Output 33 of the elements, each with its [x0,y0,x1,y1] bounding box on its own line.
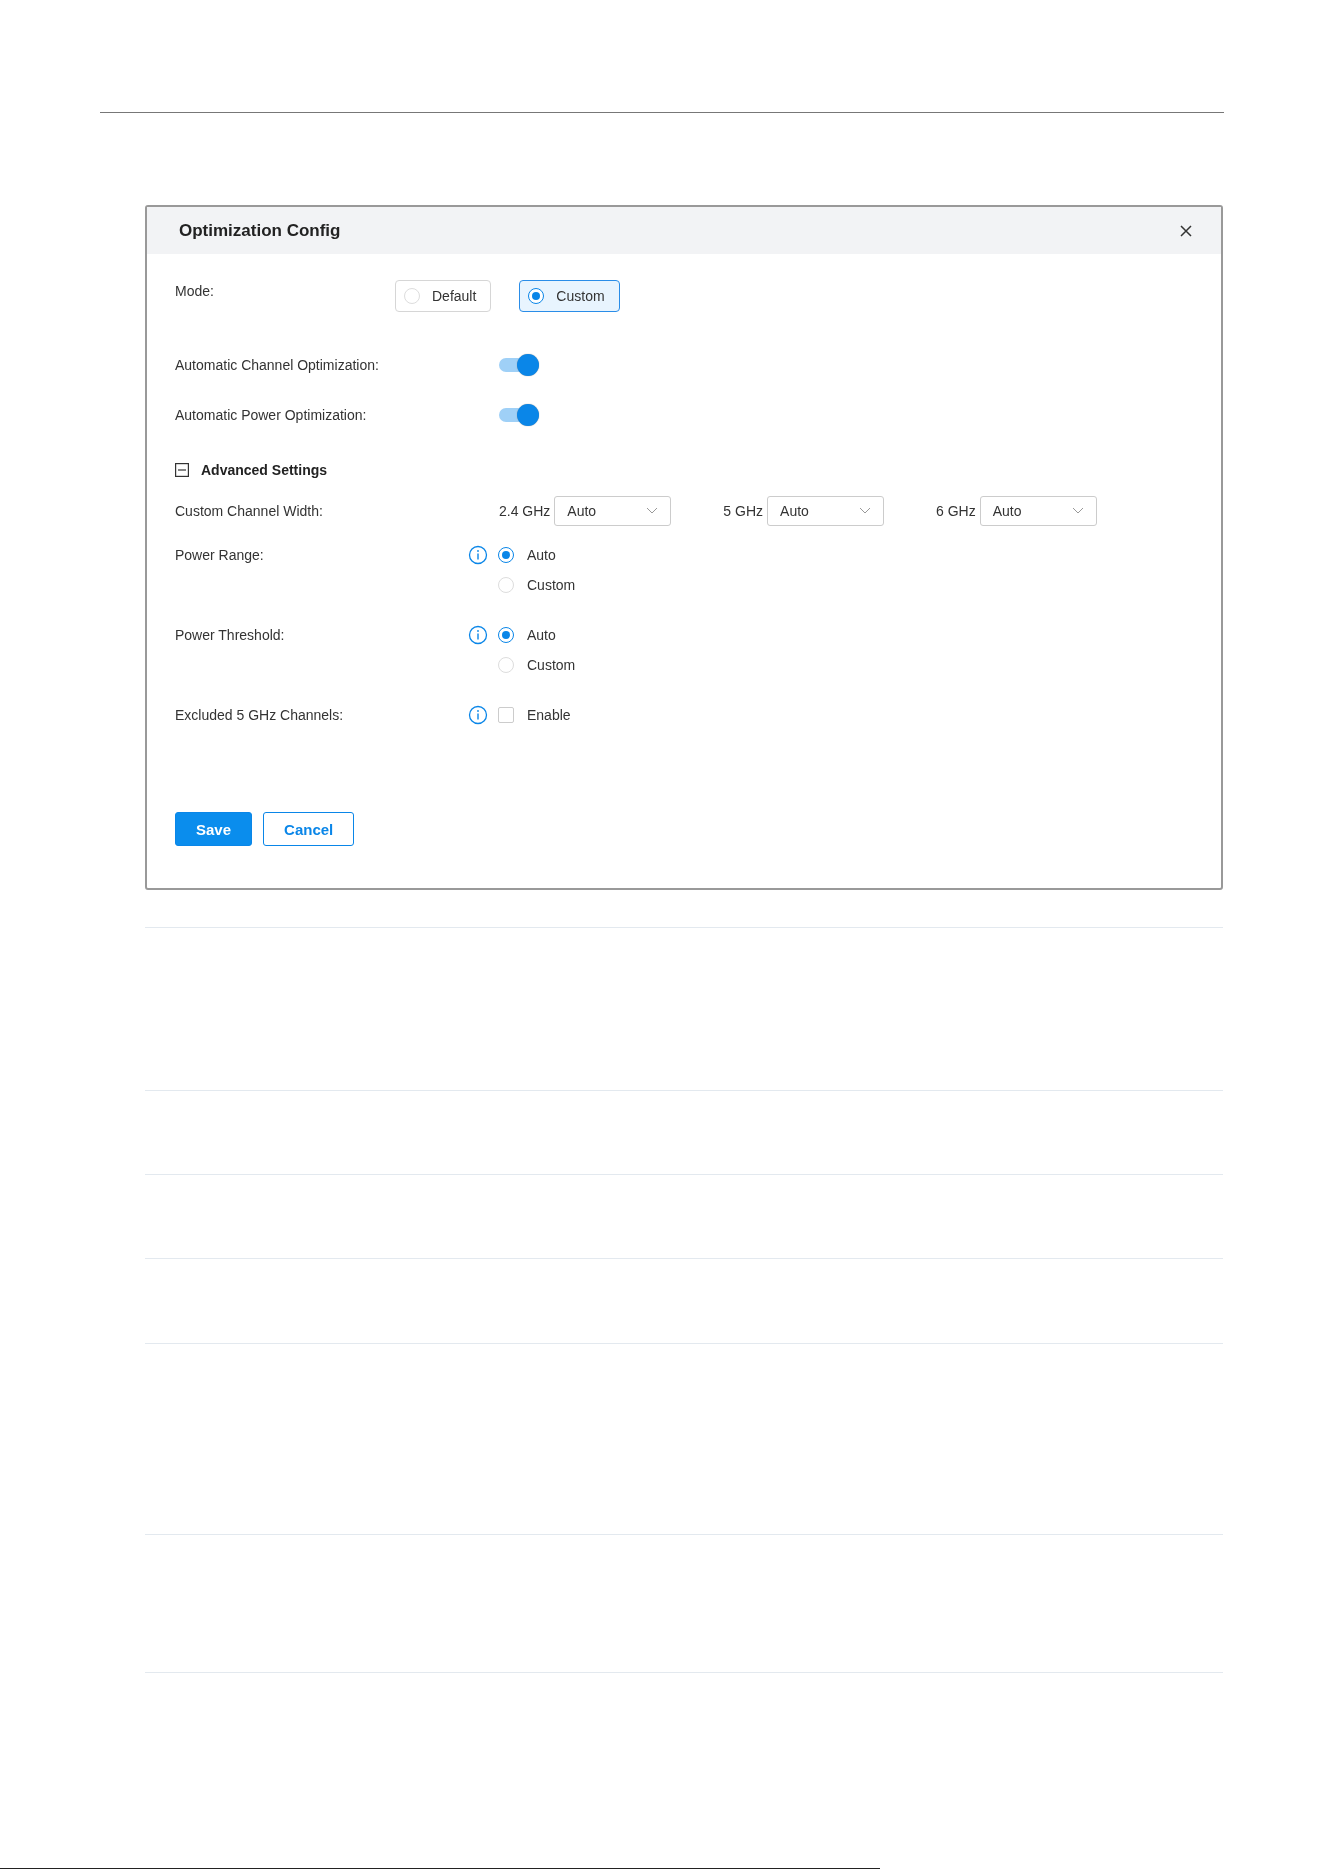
chevron-icon [859,507,872,515]
info-icon[interactable] [468,545,488,565]
field-label: Power Threshold: [175,626,285,645]
radio-option[interactable]: Custom [498,574,576,596]
width-dropdown[interactable]: Auto [554,496,672,526]
band-label: 6 GHz [936,502,976,521]
width-dropdown[interactable]: Auto [979,496,1097,526]
chevron-icon [1071,507,1084,515]
info-icon[interactable] [468,625,488,645]
section-title: Advanced Settings [201,462,328,478]
band-label: 5 GHz [723,502,764,521]
mode-option[interactable]: Default [395,280,492,312]
cancel-button[interactable]: Cancel [263,812,355,846]
toggle-label: Automatic Channel Optimization: [175,356,379,375]
chevron-icon [646,507,659,515]
radio-option[interactable]: Auto [498,624,576,646]
mode-option[interactable]: Custom [519,280,620,312]
close-icon[interactable] [1179,223,1193,238]
mode-label: Mode: [175,282,214,301]
field-label: Excluded 5 GHz Channels: [175,706,344,725]
enable-checkbox[interactable]: Enable [498,704,571,726]
info-icon[interactable] [468,705,488,725]
radio-option[interactable]: Custom [498,654,576,676]
collapse-icon[interactable] [175,463,189,477]
band-label: 2.4 GHz [499,502,551,521]
field-label: Power Range: [175,546,264,565]
toggle-label: Automatic Power Optimization: [175,406,367,425]
toggle-switch[interactable] [497,354,539,376]
width-dropdown[interactable]: Auto [767,496,885,526]
dialog-title: Optimization Config [179,220,341,241]
toggle-switch[interactable] [497,404,539,426]
channel-width-label: Custom Channel Width: [175,502,323,521]
radio-option[interactable]: Auto [498,544,576,566]
